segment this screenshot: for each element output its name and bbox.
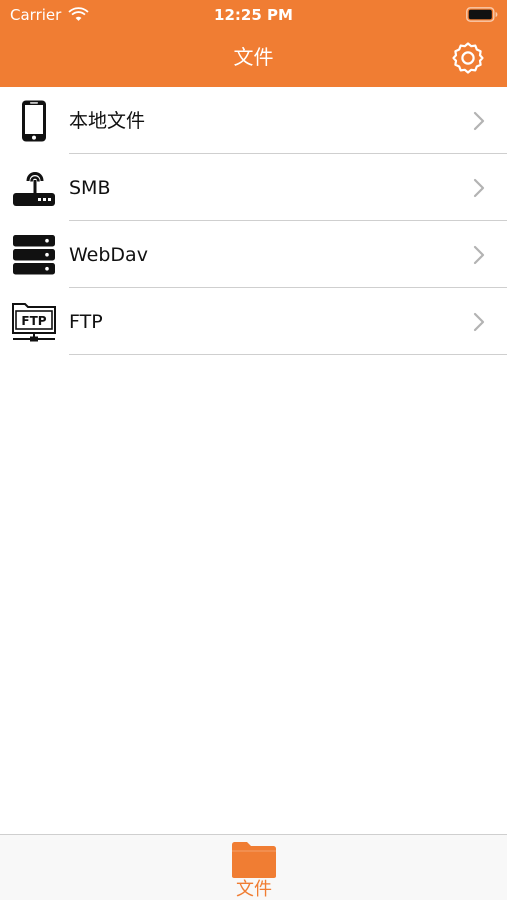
list-item-label: FTP	[69, 311, 103, 333]
list-item-label: WebDav	[69, 244, 148, 266]
tab-bar: 文件	[0, 834, 507, 900]
list-item-local-files[interactable]: 本地文件	[0, 87, 507, 154]
phone-icon	[22, 100, 46, 142]
file-source-list: 本地文件 SMB WebDav FTP FTP	[0, 87, 507, 355]
tab-label: 文件	[236, 879, 272, 900]
router-icon	[13, 171, 55, 206]
tab-files[interactable]: 文件	[213, 837, 295, 901]
chevron-right-icon	[473, 178, 485, 198]
chevron-right-icon	[473, 312, 485, 332]
server-icon	[13, 235, 55, 275]
clock: 12:25 PM	[214, 6, 293, 24]
navigation-bar: Carrier 12:25 PM 文件	[0, 0, 507, 87]
chevron-right-icon	[473, 111, 485, 131]
svg-text:FTP: FTP	[21, 314, 46, 328]
settings-button[interactable]	[450, 40, 486, 76]
list-item-smb[interactable]: SMB	[0, 154, 507, 221]
list-item-label: 本地文件	[69, 110, 146, 132]
divider	[69, 354, 507, 355]
folder-icon	[232, 842, 276, 878]
list-item-webdav[interactable]: WebDav	[0, 221, 507, 288]
list-item-label: SMB	[69, 177, 111, 199]
nav-title: 文件	[233, 45, 274, 69]
status-bar: Carrier 12:25 PM	[0, 0, 507, 30]
list-item-ftp[interactable]: FTP FTP	[0, 288, 507, 355]
gear-icon	[452, 42, 484, 74]
battery-icon	[466, 7, 498, 22]
ftp-icon: FTP	[12, 303, 56, 342]
chevron-right-icon	[473, 245, 485, 265]
